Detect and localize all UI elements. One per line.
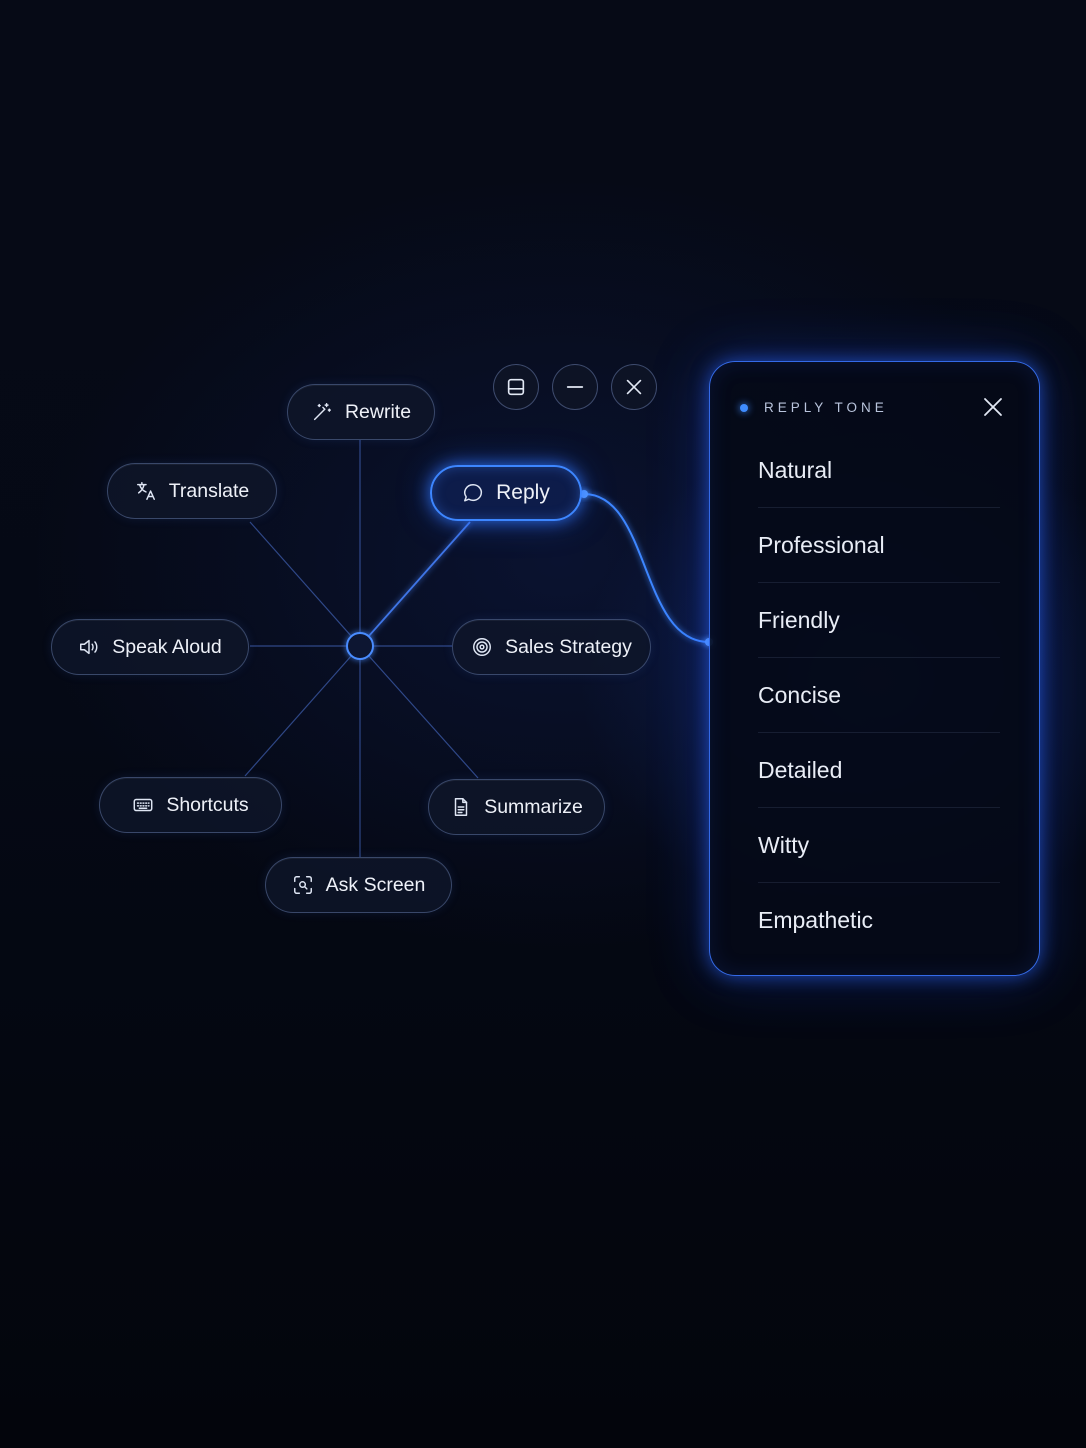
reply-button[interactable]: Reply [430, 465, 582, 521]
minimize-button[interactable] [552, 364, 598, 410]
target-icon [473, 638, 492, 656]
shortcuts-button[interactable]: Shortcuts [99, 777, 282, 833]
hub-node [346, 632, 374, 660]
tone-option-professional[interactable]: Professional [758, 508, 1000, 583]
close-icon [984, 398, 1002, 416]
status-dot-icon [740, 403, 748, 412]
speaker-icon [80, 639, 98, 655]
sales-strategy-button[interactable]: Sales Strategy [452, 619, 651, 675]
panel-toggle-button[interactable] [493, 364, 539, 410]
tone-option-concise[interactable]: Concise [758, 658, 1000, 733]
summarize-button[interactable]: Summarize [428, 779, 605, 835]
shortcuts-label: Shortcuts [166, 793, 249, 816]
rewrite-button[interactable]: Rewrite [287, 384, 435, 440]
panel-title: REPLY TONE [764, 400, 888, 415]
tone-option-detailed[interactable]: Detailed [758, 733, 1000, 808]
speak-aloud-button[interactable]: Speak Aloud [51, 619, 249, 675]
panel-header: REPLY TONE [740, 400, 888, 415]
translate-label: Translate [168, 479, 250, 502]
rewrite-label: Rewrite [344, 400, 412, 423]
magic-wand-icon [313, 403, 331, 421]
tone-option-empathetic[interactable]: Empathetic [758, 883, 1000, 958]
translate-icon [136, 482, 155, 500]
screen-search-icon [293, 876, 312, 894]
translate-button[interactable]: Translate [107, 463, 277, 519]
speak-aloud-label: Speak Aloud [112, 635, 222, 658]
summarize-label: Summarize [484, 795, 583, 818]
minimize-icon [566, 386, 584, 388]
close-icon [626, 379, 642, 395]
document-icon [454, 798, 468, 816]
tone-list: Natural Professional Friendly Concise De… [758, 433, 1000, 958]
panel-icon [507, 378, 525, 396]
ask-screen-label: Ask Screen [325, 873, 426, 896]
tone-option-natural[interactable]: Natural [758, 433, 1000, 508]
panel-close-button[interactable] [981, 395, 1005, 419]
reply-tone-panel: REPLY TONE Natural Professional Friendly… [709, 361, 1040, 976]
chat-bubble-icon [464, 484, 483, 502]
reply-label: Reply [496, 481, 550, 504]
ask-screen-button[interactable]: Ask Screen [265, 857, 452, 913]
tone-option-witty[interactable]: Witty [758, 808, 1000, 883]
keyboard-icon [133, 798, 153, 812]
close-button[interactable] [611, 364, 657, 410]
tone-option-friendly[interactable]: Friendly [758, 583, 1000, 658]
sales-strategy-label: Sales Strategy [505, 635, 632, 658]
